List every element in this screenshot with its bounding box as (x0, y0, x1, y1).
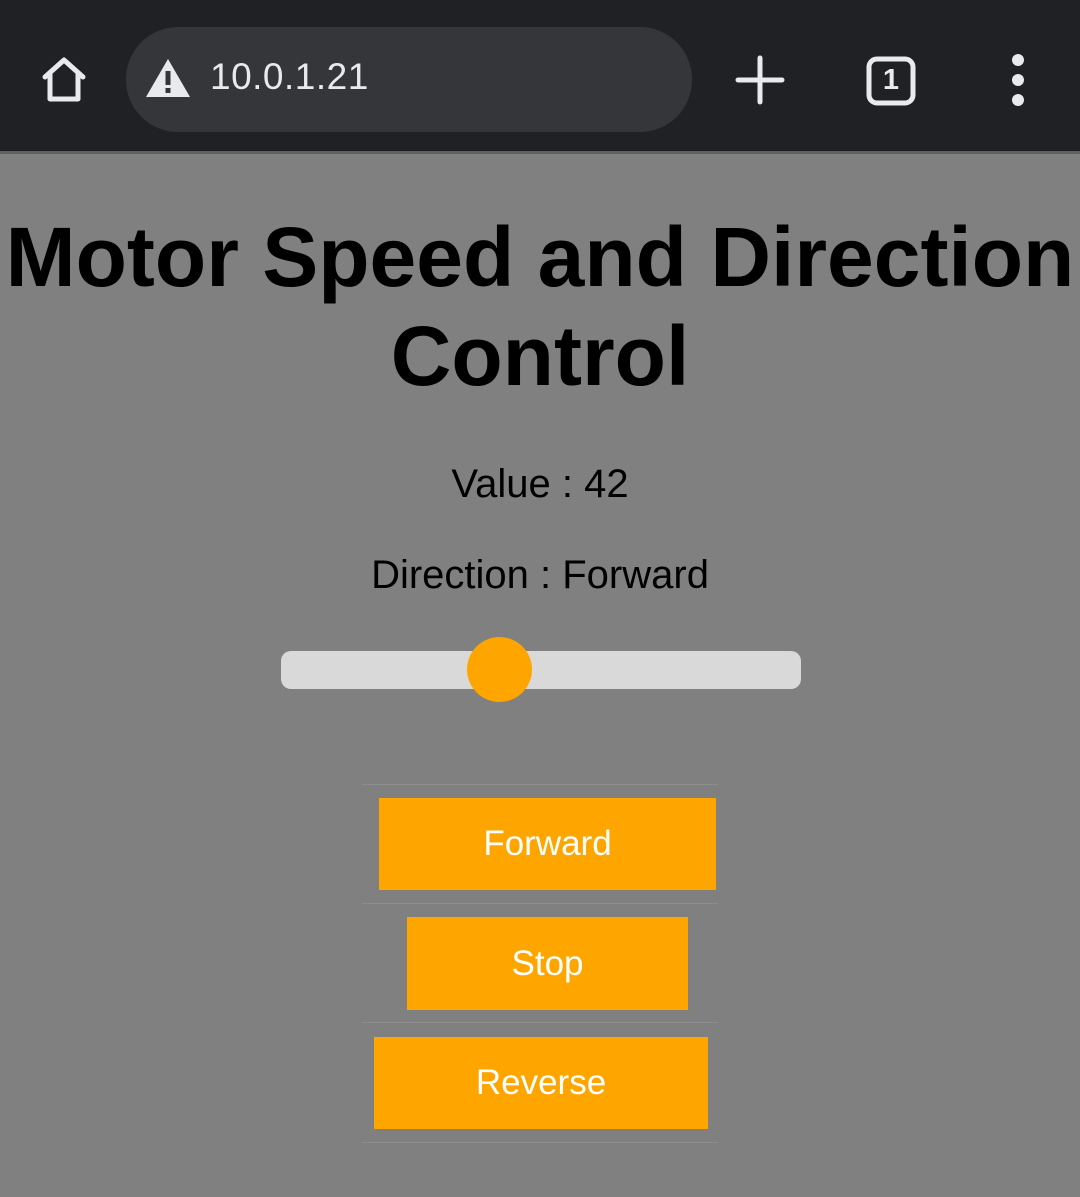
tab-switcher-button[interactable]: 1 (866, 56, 916, 106)
new-tab-button[interactable] (734, 54, 786, 106)
speed-slider-track[interactable] (281, 651, 801, 689)
plus-icon (735, 55, 785, 105)
forward-button[interactable]: Forward (379, 798, 716, 890)
more-vert-icon (1012, 54, 1024, 106)
url-text[interactable]: 10.0.1.21 (210, 56, 369, 98)
divider (362, 784, 718, 785)
speed-value-text: Value : 42 (451, 462, 629, 506)
direction-text: Direction : Forward (371, 553, 709, 597)
speed-slider-thumb[interactable] (466, 637, 532, 702)
divider (362, 903, 718, 904)
reverse-button[interactable]: Reverse (374, 1037, 708, 1129)
warning-icon[interactable] (144, 57, 192, 99)
divider (362, 1022, 718, 1023)
browser-menu-button[interactable] (996, 52, 1040, 108)
stop-button[interactable]: Stop (407, 917, 688, 1010)
page-title: Motor Speed and Direction Control (5, 210, 1075, 403)
divider (362, 1142, 718, 1143)
tab-count: 1 (882, 64, 900, 96)
browser-toolbar: 10.0.1.21 1 (0, 0, 1080, 154)
home-button[interactable] (34, 50, 94, 110)
address-bar[interactable]: 10.0.1.21 (126, 27, 692, 132)
home-icon (42, 57, 86, 102)
